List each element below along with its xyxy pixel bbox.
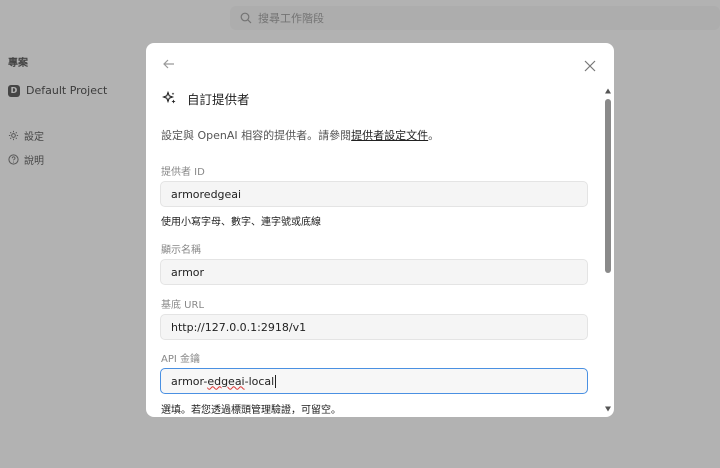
base-url-input[interactable]: http://127.0.0.1:2918/v1 xyxy=(160,314,588,340)
sparkles-icon xyxy=(162,91,176,104)
api-key-input[interactable]: armor-edgeai -local xyxy=(160,368,588,394)
scroll-down-arrow-icon[interactable] xyxy=(604,405,612,413)
base-url-label: 基底 URL xyxy=(161,300,205,311)
api-key-label: API 金鑰 xyxy=(161,354,200,365)
scrollbar-thumb[interactable] xyxy=(605,99,611,273)
provider-id-label: 提供者 ID xyxy=(161,167,205,178)
dialog-title: 自訂提供者 xyxy=(187,92,250,107)
scroll-up-arrow-icon[interactable] xyxy=(604,87,612,95)
dialog-header: 自訂提供者 xyxy=(162,89,250,108)
back-arrow-icon[interactable] xyxy=(162,57,176,71)
api-key-hint: 選填。若您透過標頭管理驗證，可留空。 xyxy=(161,405,341,416)
description-text: 設定與 OpenAI 相容的提供者。請參閱 xyxy=(161,129,352,142)
api-key-value-misspelled: edgeai xyxy=(207,374,245,388)
dialog-content: 自訂提供者 設定與 OpenAI 相容的提供者。請參閱提供者設定文件。 提供者 … xyxy=(146,43,602,417)
api-key-value-prefix: armor- xyxy=(171,374,208,388)
provider-id-hint: 使用小寫字母、數字、連字號或底線 xyxy=(161,217,321,228)
provider-id-value: armoredgeai xyxy=(171,187,242,201)
base-url-value: http://127.0.0.1:2918/v1 xyxy=(171,320,307,334)
dialog-description: 設定與 OpenAI 相容的提供者。請參閱提供者設定文件。 xyxy=(161,127,439,143)
close-icon[interactable] xyxy=(583,59,597,73)
provider-docs-link[interactable]: 提供者設定文件 xyxy=(351,129,428,142)
display-name-label: 顯示名稱 xyxy=(161,245,201,256)
description-end: 。 xyxy=(428,129,440,142)
provider-id-input[interactable]: armoredgeai xyxy=(160,181,588,207)
custom-provider-dialog: 自訂提供者 設定與 OpenAI 相容的提供者。請參閱提供者設定文件。 提供者 … xyxy=(146,43,614,417)
text-cursor xyxy=(275,374,277,388)
display-name-input[interactable]: armor xyxy=(160,259,588,285)
api-key-value-suffix: -local xyxy=(244,374,275,388)
dialog-scrollbar[interactable] xyxy=(604,87,612,413)
display-name-value: armor xyxy=(171,265,205,279)
